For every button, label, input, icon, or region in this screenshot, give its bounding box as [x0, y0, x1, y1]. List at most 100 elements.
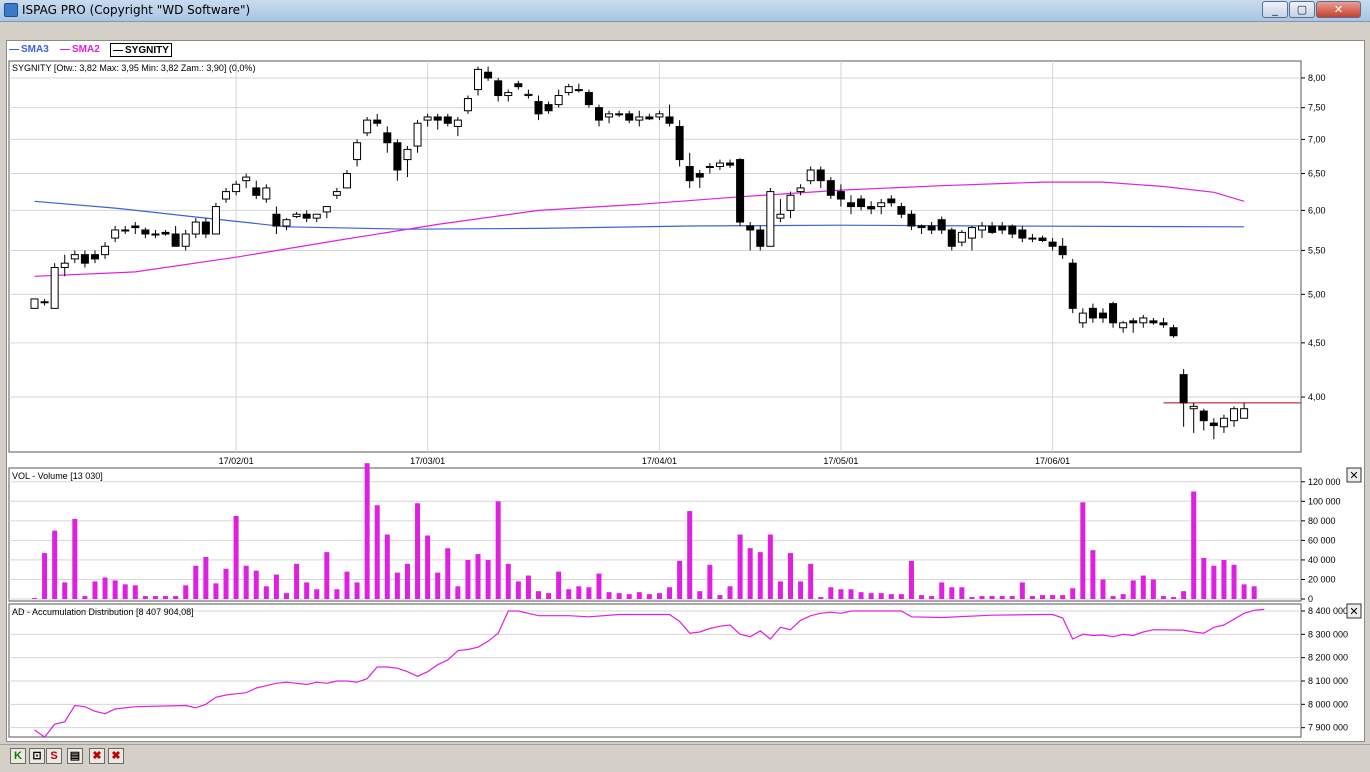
candle-body: [201, 221, 210, 235]
volume-bar: [858, 592, 864, 599]
candle-body: [141, 229, 150, 235]
candle-body: [494, 80, 503, 97]
volume-bar: [263, 586, 269, 599]
volume-bar: [808, 563, 814, 599]
candle-body: [1199, 410, 1208, 422]
volume-bar: [354, 582, 360, 599]
volume-bar: [112, 580, 118, 599]
x-tick-label: 17/04/01: [642, 456, 677, 466]
volume-bar: [586, 587, 592, 599]
volume-bar: [1110, 596, 1116, 599]
candle-body: [111, 229, 120, 239]
volume-bar: [1251, 586, 1257, 599]
volume-bar: [1019, 582, 1025, 599]
candle-body: [927, 225, 936, 231]
volume-bar: [687, 511, 693, 599]
candle-body: [947, 229, 956, 247]
candle-body: [433, 116, 442, 121]
candle-body: [1109, 303, 1118, 324]
volume-bar: [475, 554, 481, 599]
candle-body: [292, 213, 301, 218]
volume-bar: [1120, 594, 1126, 599]
volume-bar: [979, 596, 985, 599]
candle-body: [594, 107, 603, 121]
volume-bar: [536, 591, 541, 599]
candle-body: [1240, 408, 1249, 419]
volume-bar: [656, 593, 662, 599]
volume-bar: [717, 595, 723, 599]
volume-bar: [465, 559, 471, 599]
volume-bar: [1171, 597, 1177, 599]
y-tick-label: 0: [1308, 594, 1313, 604]
candle-body: [695, 173, 704, 178]
candle-body: [80, 254, 89, 264]
volume-bar: [314, 589, 320, 599]
volume-bar: [1221, 559, 1227, 599]
volume-bar: [132, 585, 138, 599]
candle-body: [1169, 327, 1178, 337]
candle-body: [554, 95, 563, 106]
candle-body: [484, 71, 493, 79]
volume-bar: [233, 515, 239, 599]
x-tick-label: 17/05/01: [823, 456, 858, 466]
volume-bar: [919, 595, 925, 599]
candle-body: [342, 173, 351, 189]
y-tick-label: 5,50: [1308, 245, 1326, 255]
s-button[interactable]: S: [46, 748, 62, 764]
volume-bar: [1181, 591, 1187, 599]
volume-bar: [273, 574, 279, 599]
candle-body: [222, 191, 231, 200]
candle-body: [161, 231, 170, 235]
price-pane: [8, 60, 1302, 453]
candle-body: [685, 166, 694, 182]
volume-bar: [384, 534, 390, 599]
volume-bar: [838, 589, 844, 599]
k-button[interactable]: K: [10, 748, 26, 764]
candle-body: [736, 159, 745, 223]
y-tick-label: 8 400 000: [1308, 606, 1348, 616]
candle-body: [353, 142, 362, 161]
candle-body: [101, 245, 110, 256]
volume-bar: [908, 560, 914, 599]
y-tick-label: 8 200 000: [1308, 653, 1348, 663]
candle-body: [534, 101, 543, 115]
candle-body: [967, 227, 976, 239]
candle-body: [403, 148, 412, 161]
candle-body: [584, 92, 593, 106]
close-ad-pane-button[interactable]: ✕: [1346, 603, 1362, 619]
volume-bar: [213, 583, 219, 599]
zoom-button[interactable]: ⊡: [29, 748, 45, 764]
volume-bar: [193, 565, 199, 599]
volume-bar: [223, 568, 229, 599]
close-volume-pane-button[interactable]: ✕: [1346, 467, 1362, 483]
delete-all-icon: ✖: [111, 750, 121, 762]
volume-bar: [445, 548, 451, 599]
y-tick-label: 8 100 000: [1308, 676, 1348, 686]
s-icon: S: [50, 750, 58, 762]
volume-bar: [102, 577, 108, 599]
volume-bar: [334, 589, 340, 599]
candle-body: [998, 225, 1007, 231]
candle-body: [756, 229, 765, 247]
candle-body: [131, 225, 140, 229]
delete-all-button[interactable]: ✖: [108, 748, 124, 764]
candle-body: [877, 202, 886, 208]
candle-body: [1149, 320, 1158, 324]
volume-bar: [677, 560, 683, 599]
x-tick-label: 17/06/01: [1035, 456, 1070, 466]
print-button[interactable]: ▤: [67, 748, 83, 764]
volume-pane: [8, 467, 1302, 602]
volume-bar: [707, 564, 713, 599]
volume-bar: [92, 581, 98, 599]
delete-button[interactable]: ✖: [89, 748, 105, 764]
volume-bar: [949, 587, 955, 599]
volume-bar: [989, 596, 995, 599]
candle-body: [1189, 405, 1198, 410]
volume-bar: [1150, 579, 1156, 599]
candle-body: [836, 191, 845, 200]
candle-body: [413, 122, 422, 147]
y-tick-label: 6,00: [1308, 205, 1326, 215]
candle-body: [1038, 237, 1047, 242]
candle-body: [635, 116, 644, 121]
volume-bar: [898, 594, 904, 599]
